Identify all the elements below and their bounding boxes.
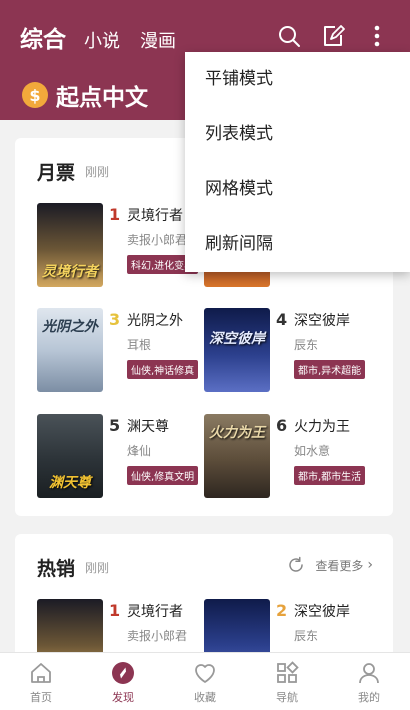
book-title: 光阴之外 (127, 313, 183, 329)
menu-item-grid-mode[interactable]: 网格模式 (185, 162, 410, 217)
rank-number: 5 (109, 416, 121, 435)
book-cover[interactable]: 火力为王 (204, 414, 270, 498)
book-cover[interactable]: 深空彼岸 (204, 308, 270, 392)
book-cover[interactable]: 光阴之外 (37, 308, 103, 392)
tab-comic[interactable]: 漫画 (140, 27, 176, 53)
nav-favorites[interactable]: 收藏 (164, 653, 246, 710)
category-tabs: 综合 小说 漫画 (20, 20, 196, 54)
tab-comprehensive[interactable]: 综合 (20, 20, 66, 54)
rank-number: 3 (109, 310, 121, 329)
book-author: 烽仙 (127, 444, 152, 458)
overflow-menu: 平铺模式 列表模式 网格模式 刷新间隔 (185, 52, 410, 272)
chevron-right-icon: › (367, 557, 373, 573)
book-item[interactable]: 光阴之外 3 光阴之外 耳根 仙侠,神话修真 (37, 308, 217, 398)
genre-tag: 都市,异术超能 (294, 360, 366, 379)
view-more-label: 查看更多 (315, 558, 364, 573)
rank-number: 4 (276, 310, 288, 329)
genre-tag: 仙侠,神话修真 (127, 360, 199, 379)
rank-number: 1 (109, 601, 121, 620)
source-site[interactable]: $ 起点中文 (22, 78, 148, 112)
search-icon[interactable] (277, 24, 301, 48)
section-update-time: 刚刚 (85, 561, 110, 575)
book-title: 灵境行者 (127, 208, 183, 224)
home-icon (28, 660, 54, 686)
book-author: 卖报小郎君 (127, 629, 188, 643)
genre-tag: 都市,都市生活 (294, 466, 366, 485)
book-cover[interactable]: 灵境行者 (37, 203, 103, 287)
bottom-navigation: 首页 发现 收藏 导航 我的 (0, 652, 410, 710)
tab-novel[interactable]: 小说 (84, 27, 120, 53)
book-author: 辰东 (294, 338, 319, 352)
book-item[interactable]: 深空彼岸 4 深空彼岸 辰东 都市,异术超能 (204, 308, 384, 398)
menu-item-refresh-interval[interactable]: 刷新间隔 (185, 217, 410, 272)
nav-profile[interactable]: 我的 (328, 653, 410, 710)
book-title: 渊天尊 (127, 419, 169, 435)
section-title: 热销 (37, 558, 76, 580)
book-item[interactable]: 火力为王 6 火力为王 如水意 都市,都市生活 (204, 414, 384, 504)
site-name: 起点中文 (56, 85, 148, 111)
menu-item-list-mode[interactable]: 列表模式 (185, 107, 410, 162)
section-update-time: 刚刚 (85, 165, 110, 179)
section-title: 月票 (37, 162, 76, 184)
edit-icon[interactable] (321, 24, 345, 48)
compass-icon (110, 660, 136, 686)
rank-number: 6 (276, 416, 288, 435)
book-author: 辰东 (294, 629, 319, 643)
book-title: 深空彼岸 (294, 604, 350, 620)
grid-icon (274, 660, 300, 686)
book-title: 灵境行者 (127, 604, 183, 620)
book-author: 耳根 (127, 338, 152, 352)
nav-home[interactable]: 首页 (0, 653, 82, 710)
book-author: 如水意 (294, 444, 331, 458)
rank-number: 1 (109, 205, 121, 224)
nav-navigation[interactable]: 导航 (246, 653, 328, 710)
book-title: 深空彼岸 (294, 313, 350, 329)
genre-tag: 仙侠,修真文明 (127, 466, 199, 485)
more-vertical-icon[interactable] (365, 24, 389, 48)
nav-discover[interactable]: 发现 (82, 653, 164, 710)
book-item[interactable]: 渊天尊 5 渊天尊 烽仙 仙侠,修真文明 (37, 414, 217, 504)
user-icon (356, 660, 382, 686)
menu-item-tile-mode[interactable]: 平铺模式 (185, 52, 410, 107)
book-author: 卖报小郎君 (127, 233, 188, 247)
money-bag-icon: $ (22, 82, 48, 108)
refresh-icon[interactable] (287, 556, 305, 574)
book-title: 火力为王 (294, 419, 350, 435)
heart-icon (192, 660, 218, 686)
rank-number: 2 (276, 601, 288, 620)
book-cover[interactable]: 渊天尊 (37, 414, 103, 498)
view-more-link[interactable]: 查看更多 › (287, 556, 373, 574)
